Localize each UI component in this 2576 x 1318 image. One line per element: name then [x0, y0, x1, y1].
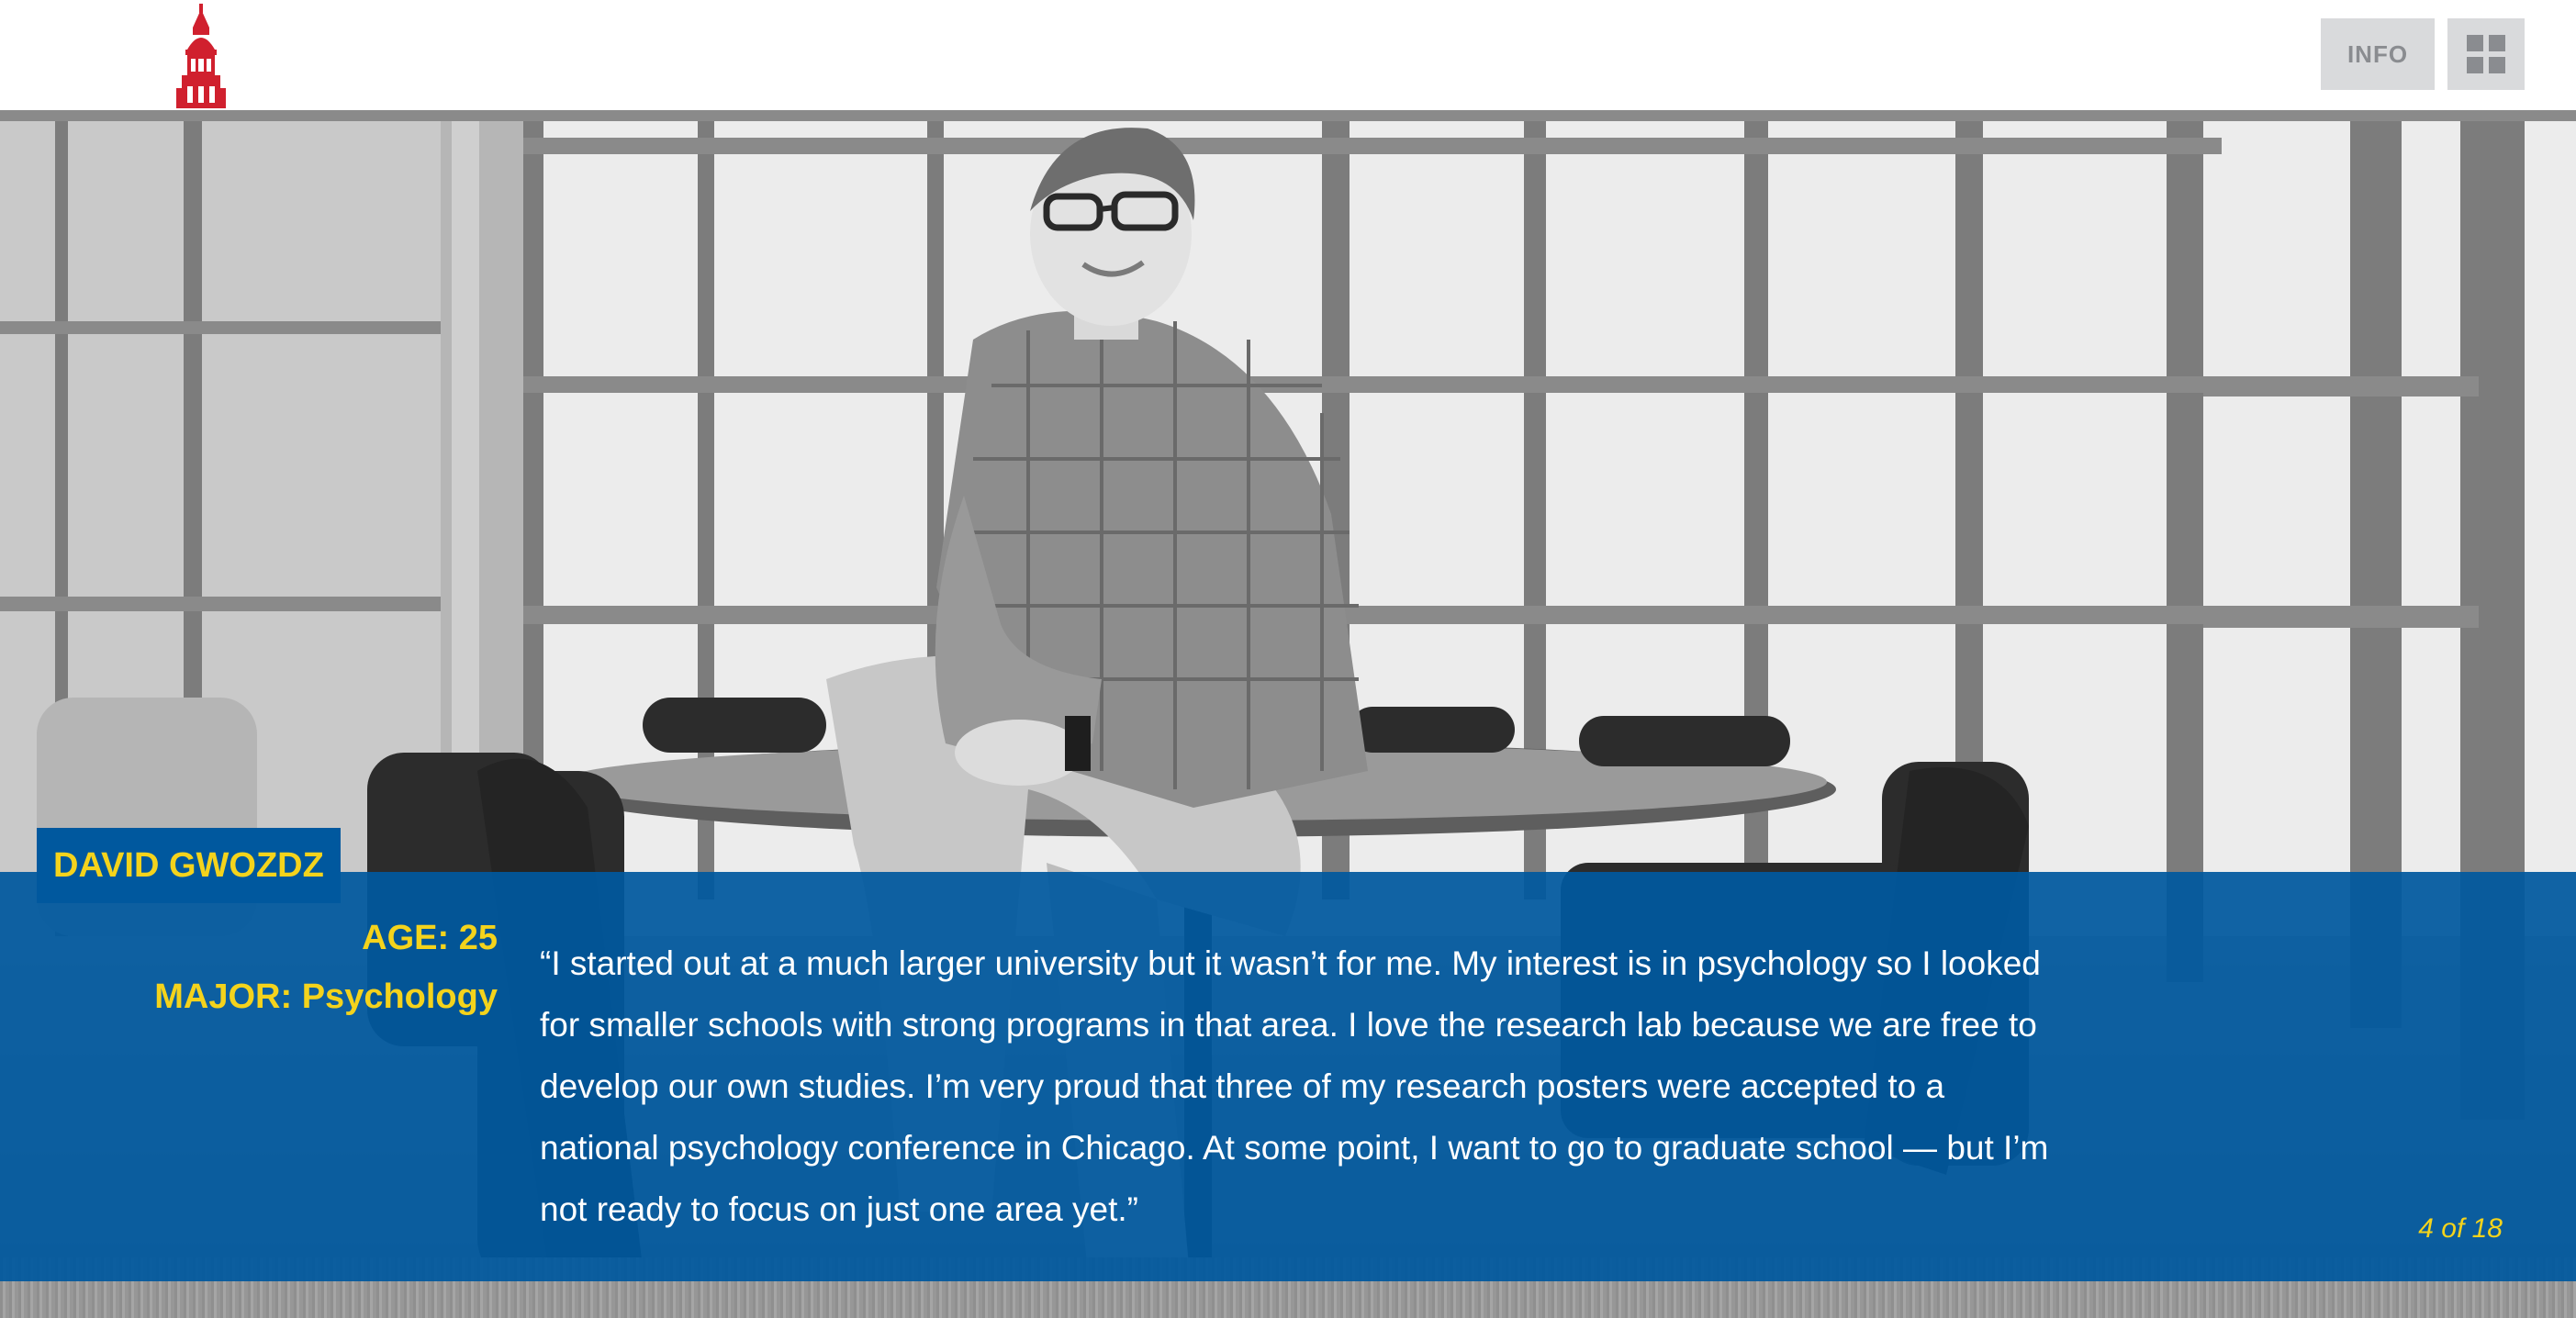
student-meta: AGE: 25 MAJOR: Psychology — [154, 909, 498, 1026]
slide-counter: 4 of 18 — [2418, 1213, 2503, 1244]
clock-tower-logo[interactable] — [171, 4, 231, 108]
student-age: AGE: 25 — [362, 919, 498, 957]
info-button-label: INFO — [2346, 39, 2409, 68]
student-major: MAJOR: Psychology — [154, 977, 498, 1016]
top-header: INFO — [0, 0, 2576, 110]
student-quote: “I started out at a much larger universi… — [540, 944, 2049, 1228]
grid-view-button[interactable] — [2447, 18, 2525, 90]
info-button[interactable]: INFO — [2321, 18, 2435, 90]
student-name: DAVID GWOZDZ — [37, 828, 341, 903]
grid-view-icon — [2467, 35, 2505, 73]
